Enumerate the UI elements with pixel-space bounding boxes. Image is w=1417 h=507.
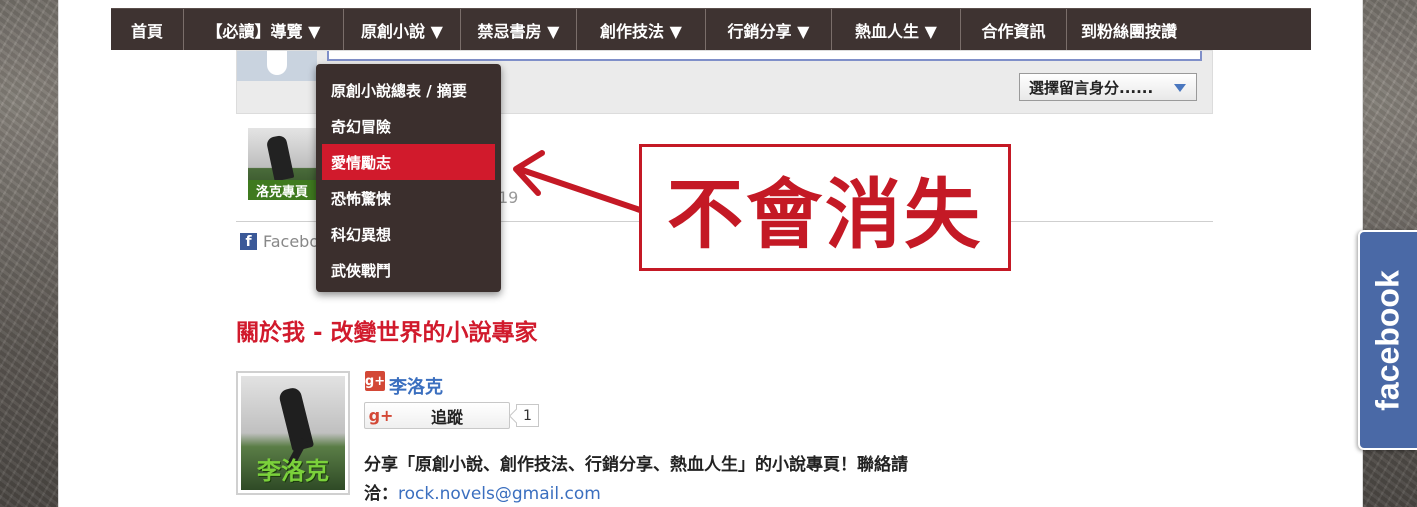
- description-contact-prefix: 洽：: [364, 484, 398, 504]
- annotation-arrow-icon: [513, 150, 643, 213]
- chevron-down-icon: [1174, 84, 1186, 92]
- dropdown-item-horror[interactable]: 恐怖驚悚: [322, 180, 495, 216]
- annotation-callout: 不會消失: [639, 144, 1011, 271]
- follow-button-label: 追蹤: [430, 407, 463, 427]
- nav-item-cooperation[interactable]: 合作資訊: [961, 9, 1067, 50]
- anonymous-avatar-icon: [237, 51, 317, 81]
- dropdown-item-wuxia[interactable]: 武俠戰鬥: [322, 252, 495, 288]
- nav-item-passionate-life[interactable]: 熱血人生 ▼: [832, 9, 961, 50]
- comment-input[interactable]: [327, 51, 1202, 61]
- about-section-title: 關於我 - 改變世界的小說專家: [236, 320, 538, 346]
- google-plus-icon: g+: [368, 406, 394, 425]
- profile-description: 分享「原創小說、創作技法、行銷分享、熱血人生」的小說專頁！聯絡請 洽：rock.…: [364, 451, 1024, 507]
- dropdown-item-romance[interactable]: 愛情勵志: [322, 144, 495, 180]
- nav-item-writing-techniques[interactable]: 創作技法 ▼: [577, 9, 706, 50]
- nav-item-original-novels[interactable]: 原創小說 ▼: [344, 9, 461, 50]
- nav-item-forbidden-study[interactable]: 禁忌書房 ▼: [461, 9, 577, 50]
- main-nav: 首頁 【必讀】導覽 ▼ 原創小說 ▼ 禁忌書房 ▼ 創作技法 ▼ 行銷分享 ▼ …: [111, 8, 1311, 50]
- nav-item-home[interactable]: 首頁: [111, 9, 184, 50]
- facebook-comment-link[interactable]: f Facebo: [240, 232, 319, 251]
- nav-item-fan-page-like[interactable]: 到粉絲團按讚: [1067, 9, 1191, 50]
- google-plus-icon: g+: [365, 371, 385, 391]
- original-novels-dropdown: 原創小說總表 / 摘要 奇幻冒險 愛情勵志 恐怖驚悚 科幻異想 武俠戰鬥: [316, 64, 501, 292]
- commenter-avatar[interactable]: 洛克專頁: [248, 128, 316, 200]
- facebook-comment-label: Facebo: [263, 232, 320, 251]
- facebook-side-tab[interactable]: facebook: [1358, 230, 1417, 450]
- profile-photo-caption: 李洛克: [257, 457, 329, 485]
- dropdown-item-scifi[interactable]: 科幻異想: [322, 216, 495, 252]
- identity-select-label: 選擇留言身分......: [1029, 78, 1154, 97]
- facebook-tab-label: facebook: [1370, 269, 1407, 411]
- follower-count-badge: 1: [516, 404, 539, 427]
- follow-button[interactable]: g+ 追蹤: [364, 402, 510, 429]
- comment-identity-select[interactable]: 選擇留言身分......: [1019, 73, 1197, 101]
- description-line: 分享「原創小說、創作技法、行銷分享、熱血人生」的小說專頁！聯絡請: [364, 455, 908, 475]
- author-name-link[interactable]: 李洛克: [389, 373, 443, 399]
- background-stone-left: [0, 0, 58, 507]
- email-link[interactable]: rock.novels@gmail.com: [398, 484, 601, 504]
- commenter-avatar-caption: 洛克專頁: [248, 180, 316, 200]
- nav-item-marketing[interactable]: 行銷分享 ▼: [706, 9, 832, 50]
- dropdown-item-fantasy[interactable]: 奇幻冒險: [322, 108, 495, 144]
- nav-item-guide[interactable]: 【必讀】導覽 ▼: [184, 9, 344, 50]
- annotation-text: 不會消失: [667, 169, 983, 259]
- dropdown-item-novel-index[interactable]: 原創小說總表 / 摘要: [322, 72, 495, 108]
- profile-photo[interactable]: 李洛克: [236, 371, 350, 495]
- facebook-icon: f: [240, 233, 257, 250]
